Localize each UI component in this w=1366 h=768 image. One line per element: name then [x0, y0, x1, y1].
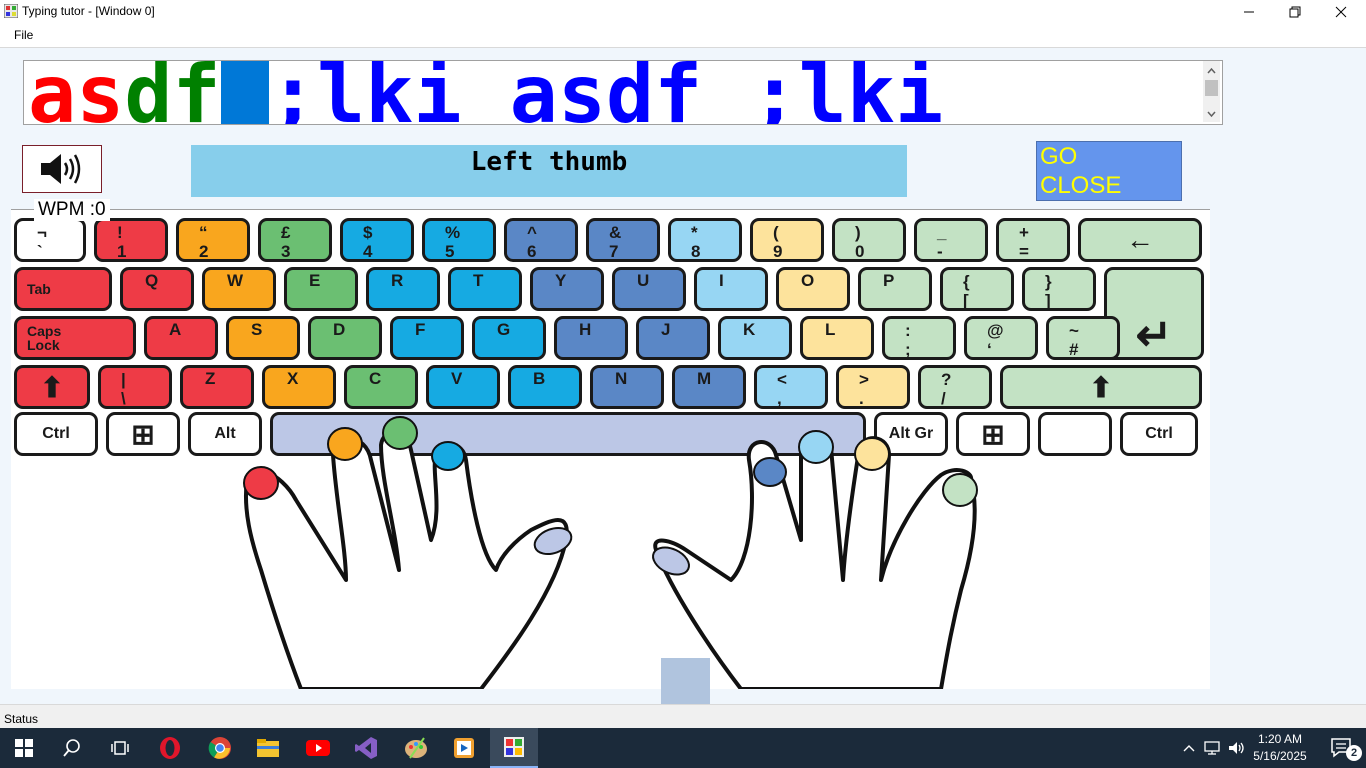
typing-scrollbar[interactable] [1203, 61, 1220, 122]
go-close-button[interactable]: GO CLOSE [1036, 141, 1182, 201]
start-button[interactable] [0, 728, 48, 768]
visual-studio-icon [355, 737, 377, 759]
opera-icon [160, 737, 180, 759]
chevron-up-icon [1183, 745, 1195, 752]
paint-palette-icon [405, 737, 427, 759]
status-text: Status [4, 712, 39, 726]
volume-icon [1229, 742, 1244, 754]
close-label: CLOSE [1040, 172, 1122, 199]
taskbar-chrome[interactable] [196, 728, 244, 768]
notification-count: 2 [1346, 745, 1362, 761]
title-bar: Typing tutor - [Window 0] [0, 0, 1366, 23]
close-icon [1335, 6, 1347, 17]
taskbar-youtube[interactable] [294, 728, 342, 768]
typing-segment: ;lki asdf ;lki [268, 60, 944, 125]
typing-cursor [220, 61, 269, 124]
sound-toggle-button[interactable] [22, 145, 102, 193]
status-bar: Status [0, 704, 1366, 729]
taskbar-visual-studio[interactable] [342, 728, 390, 768]
typing-segment: as [28, 60, 125, 125]
youtube-icon [306, 740, 330, 756]
volume-button[interactable] [1226, 728, 1248, 768]
finger-hint-box: Left thumb [191, 145, 907, 197]
show-hidden-icons-button[interactable] [1178, 728, 1200, 768]
clock-date[interactable]: 5/16/2025 [1250, 749, 1310, 763]
taskbar-paint[interactable] [392, 728, 440, 768]
taskbar-opera[interactable] [146, 728, 194, 768]
go-label: GO [1040, 143, 1078, 170]
clock-time[interactable]: 1:20 AM [1250, 732, 1310, 746]
speaker-icon [41, 154, 81, 184]
search-button[interactable] [48, 728, 96, 768]
position-marker [661, 658, 710, 704]
task-view-button[interactable] [96, 728, 144, 768]
hands-illustration [243, 416, 978, 689]
taskbar-media-player[interactable] [440, 728, 488, 768]
task-view-icon [111, 741, 129, 755]
window-title: Typing tutor - [Window 0] [22, 4, 155, 18]
restore-button[interactable] [1272, 0, 1318, 23]
restore-icon [1289, 6, 1301, 17]
keyboard-canvas: ¬ `! 1 “2 £3 $4% 5 ^ 6 & 7 * 8(9) 0 _ - + = ← Tab Q W E R T Y U I O P… [11, 209, 1210, 689]
search-icon [63, 739, 80, 757]
menu-bar: File [0, 23, 1366, 48]
minimize-button[interactable] [1226, 0, 1272, 23]
menu-file[interactable]: File [14, 28, 33, 42]
app-icon [4, 4, 18, 18]
taskbar: 1:20 AM 5/16/2025 2 [0, 728, 1366, 768]
scrollbar-arrows-icon [1205, 67, 1218, 118]
chrome-icon [208, 737, 231, 759]
typing-text: asdf ;lki asdf ;lki [28, 60, 944, 125]
network-icon [1204, 741, 1220, 755]
windows-icon [15, 739, 33, 757]
taskbar-file-explorer[interactable] [244, 728, 292, 768]
taskbar-typing-tutor[interactable] [490, 728, 538, 768]
action-center-button[interactable]: 2 [1318, 728, 1366, 768]
typing-text-box[interactable]: asdf ;lki asdf ;lki [23, 60, 1223, 125]
media-player-icon [454, 738, 474, 758]
typing-tutor-icon [504, 737, 524, 757]
wpm-counter: WPM :0 [34, 199, 110, 221]
minimize-icon [1244, 11, 1254, 12]
close-window-button[interactable] [1318, 0, 1364, 23]
network-button[interactable] [1202, 728, 1224, 768]
finger-hint-label: Left thumb [470, 147, 628, 177]
typing-segment: df [124, 60, 221, 125]
folder-icon [257, 739, 279, 757]
